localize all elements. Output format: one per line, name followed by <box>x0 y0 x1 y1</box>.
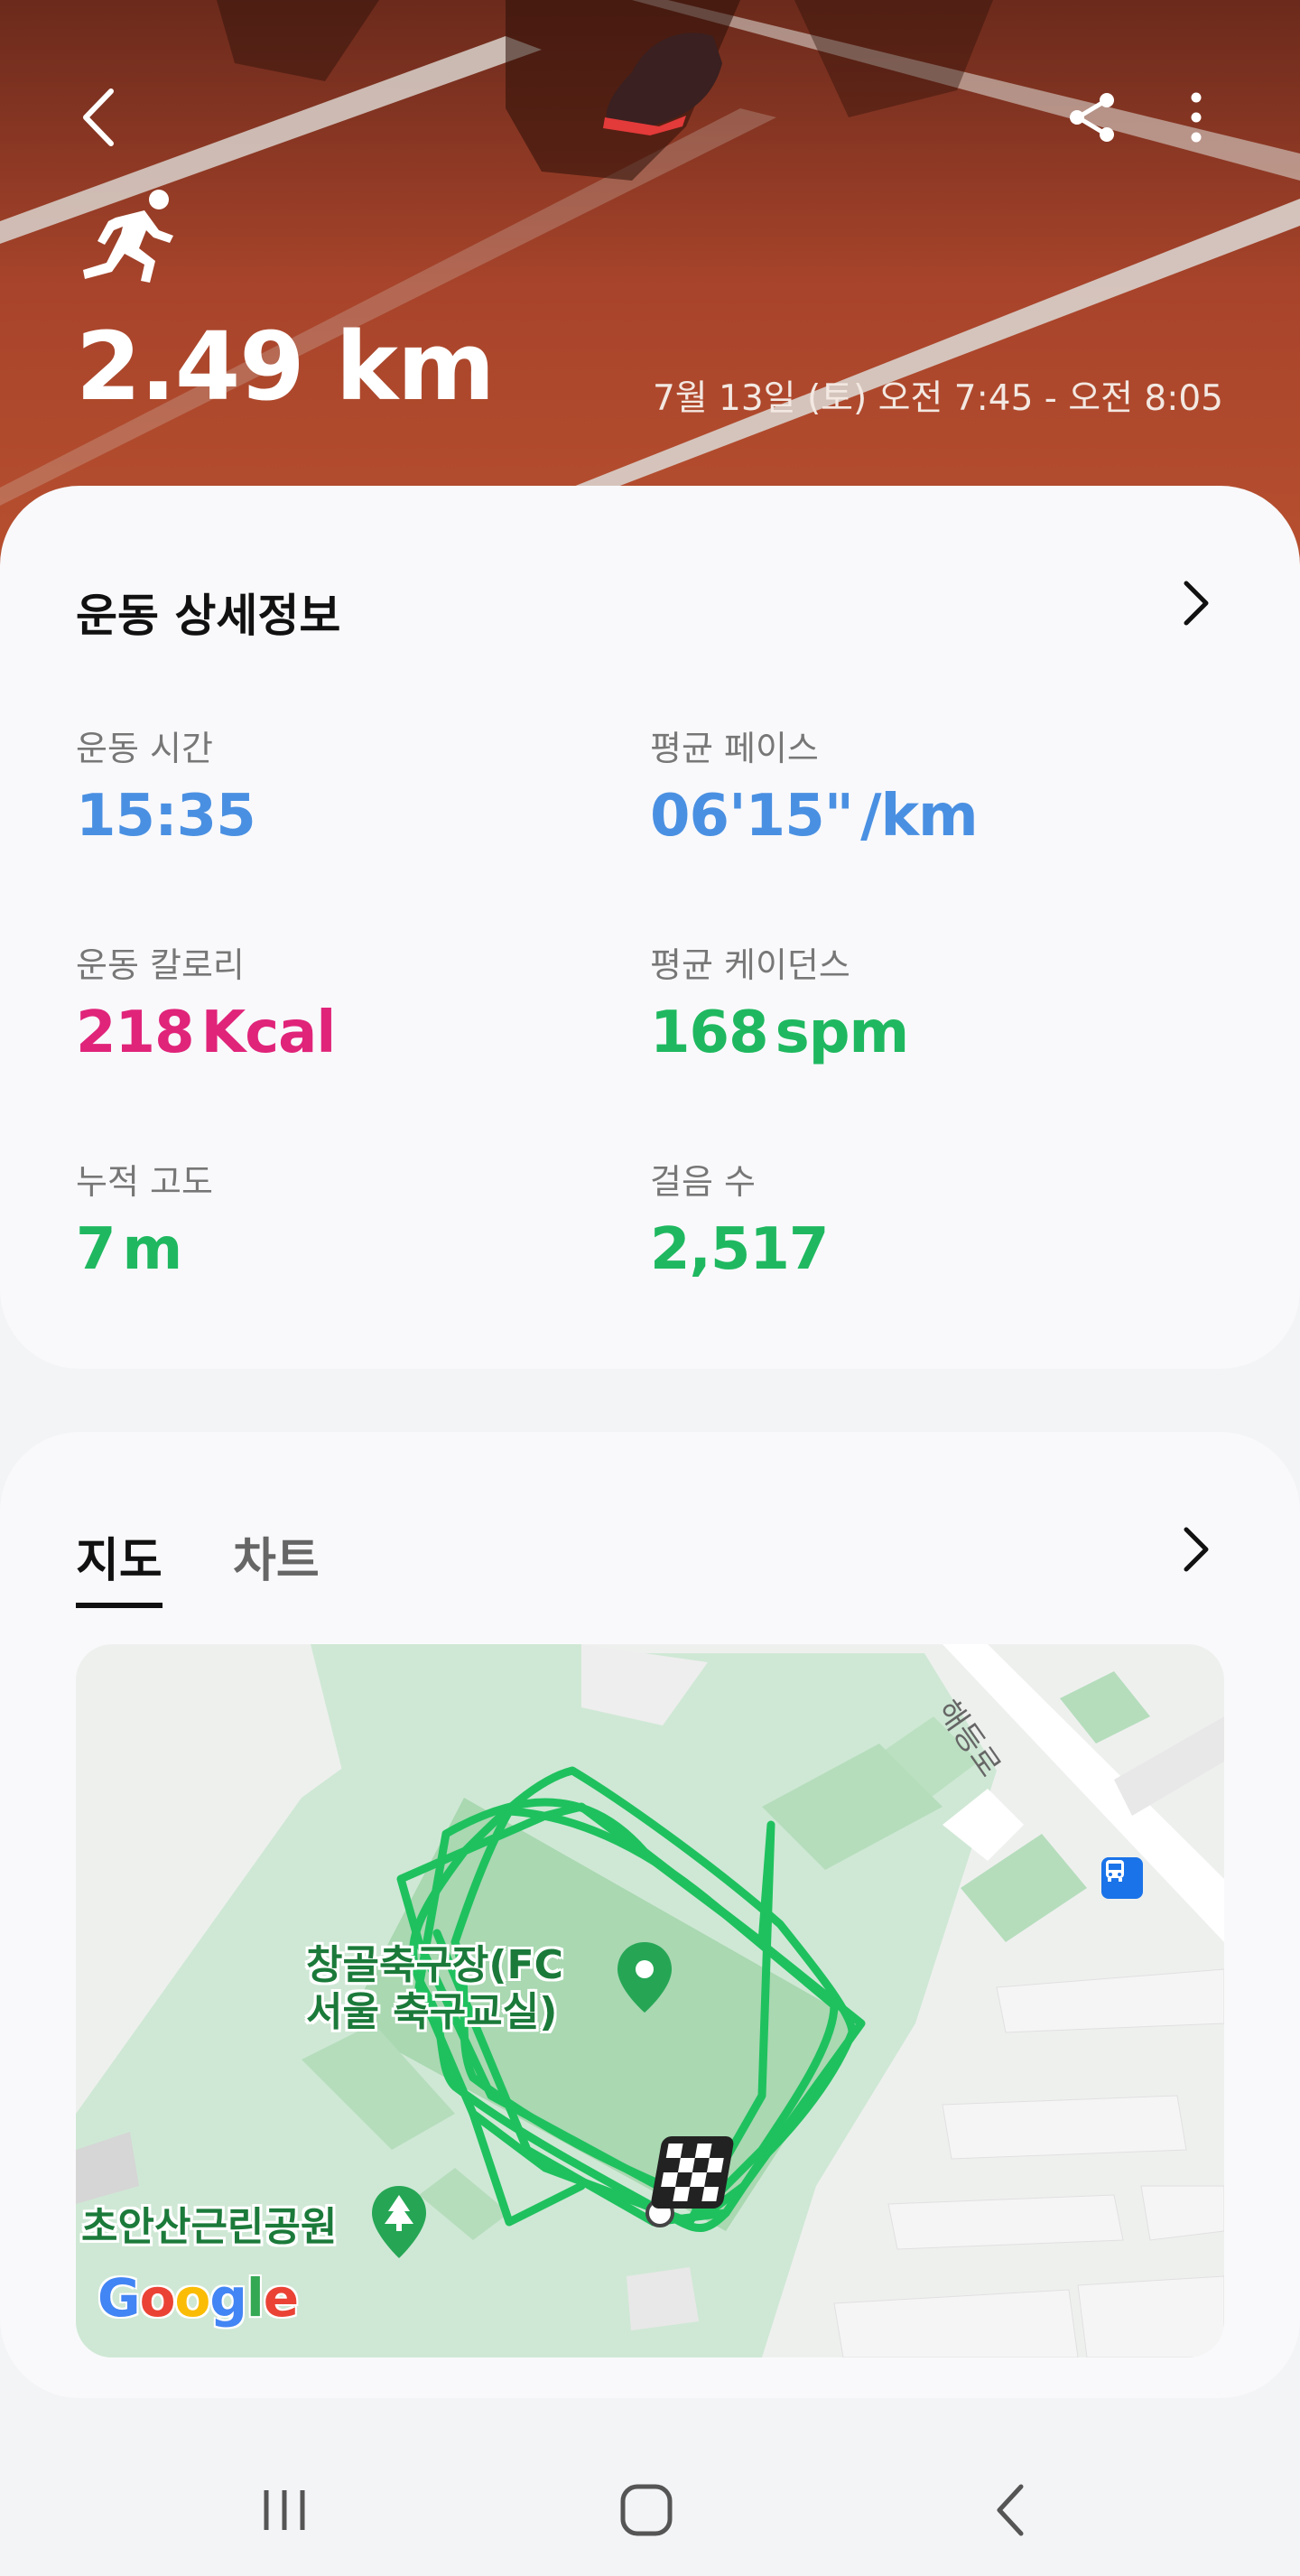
stat-value: 218 Kcal <box>76 1000 336 1066</box>
more-vertical-icon <box>1191 92 1202 143</box>
home-icon <box>620 2484 673 2536</box>
back-icon <box>997 2484 1024 2536</box>
recent-apps-icon <box>264 2490 305 2530</box>
active-tab-indicator <box>76 1603 162 1608</box>
stat-calories: 운동 칼로리 218 Kcal <box>76 937 336 1066</box>
stat-elevation-gain: 누적 고도 7m <box>76 1154 213 1283</box>
bus-stop-icon <box>1101 1857 1143 1899</box>
stat-value: 06'15"/km <box>650 783 979 850</box>
stat-value: 168 spm <box>650 1000 909 1066</box>
stat-average-cadence: 평균 케이던스 168 spm <box>650 937 909 1066</box>
map-chevron-right-icon[interactable] <box>1174 1522 1219 1576</box>
workout-details-card: 운동 상세정보 운동 시간 15:35 평균 페이스 06'15"/km 운동 … <box>0 486 1300 1369</box>
system-navigation-bar <box>0 2438 1300 2576</box>
stat-average-pace: 평균 페이스 06'15"/km <box>650 721 979 850</box>
stat-steps: 걸음 수 2,517 <box>650 1154 829 1283</box>
stat-label: 운동 시간 <box>76 729 213 768</box>
stat-label: 평균 케이던스 <box>650 945 850 985</box>
finish-flag-icon <box>651 2136 734 2209</box>
stat-value: 15:35 <box>76 783 256 850</box>
tab-map[interactable]: 지도 <box>76 1522 162 1608</box>
back-button[interactable] <box>63 81 135 153</box>
back-arrow-icon <box>83 88 114 146</box>
google-attribution: Google <box>98 2267 299 2329</box>
running-icon <box>83 190 173 283</box>
system-back-button[interactable] <box>957 2474 1065 2546</box>
total-distance: 2.49 km <box>76 312 495 422</box>
map-chart-card: 지도 차트 창골축구장(FC 서울 축구교실) 초안산근린공원 해등로 Goog… <box>0 1432 1300 2398</box>
stat-value: 2,517 <box>650 1216 829 1283</box>
stat-label: 걸음 수 <box>650 1162 756 1202</box>
share-icon <box>1070 93 1114 142</box>
stat-label: 평균 페이스 <box>650 729 819 768</box>
home-button[interactable] <box>592 2474 701 2546</box>
share-button[interactable] <box>1056 81 1128 153</box>
more-options-button[interactable] <box>1165 81 1228 153</box>
details-chevron-right-icon[interactable] <box>1174 576 1219 630</box>
stat-label: 운동 칼로리 <box>76 945 245 985</box>
stat-label: 누적 고도 <box>76 1162 213 1202</box>
route-map[interactable]: 창골축구장(FC 서울 축구교실) 초안산근린공원 해등로 Google <box>76 1644 1224 2357</box>
stat-value: 7m <box>76 1216 182 1283</box>
map-park-label: 초안산근린공원 <box>81 2204 338 2250</box>
workout-date-range: 7월 13일 (토) 오전 7:45 - 오전 8:05 <box>652 378 1223 419</box>
recent-apps-button[interactable] <box>230 2474 339 2546</box>
tab-chart[interactable]: 차트 <box>233 1522 320 1590</box>
map-place-label: 창골축구장(FC 서울 축구교실) <box>306 1942 563 2035</box>
stat-duration: 운동 시간 15:35 <box>76 721 256 850</box>
details-title: 운동 상세정보 <box>76 590 341 642</box>
